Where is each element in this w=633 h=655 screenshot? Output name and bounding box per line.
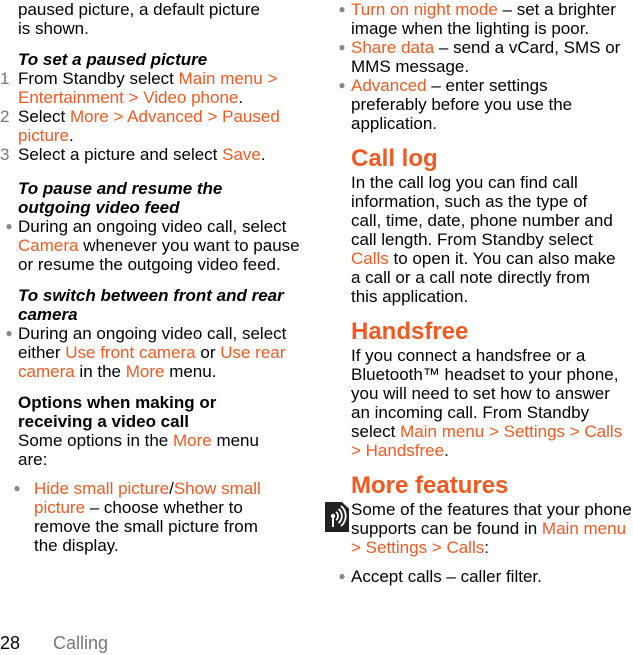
menu-option: Calls (351, 249, 389, 268)
more-features-body: Some of the features that your phone sup… (351, 500, 632, 557)
step-2: 2 Select More > Advanced > Paused pictur… (0, 107, 318, 145)
option-bullet: Turn on night mode – set a brighter imag… (333, 0, 633, 38)
options-intro: Some options in the More menu are: (18, 431, 259, 469)
menu-option: Turn on night mode (351, 0, 498, 19)
page-number: 28 (0, 633, 21, 653)
options-heading: Options when making or receiving a video… (18, 393, 217, 431)
intro-paragraph: paused picture, a default picture is sho… (0, 0, 318, 38)
bullet-icon (333, 38, 351, 76)
bullet-icon (0, 217, 18, 274)
call-log-body: In the call log you can find call inform… (351, 173, 616, 306)
page-footer: 28 Calling (0, 634, 108, 653)
menu-option: More (172, 431, 212, 450)
bullet-text: During an ongoing video call, select eit… (18, 324, 287, 381)
menu-option: Advanced (351, 76, 427, 95)
menu-path: Save (222, 145, 261, 164)
option-bullet: Share data – send a vCard, SMS or MMS me… (333, 38, 633, 76)
menu-option: Hide small picture (34, 479, 170, 498)
switch-camera-bullet: During an ongoing video call, select eit… (0, 324, 318, 381)
bullet-icon (333, 76, 351, 133)
bullet-icon (333, 567, 351, 586)
pause-resume-heading: To pause and resume the outgoing video f… (18, 179, 223, 217)
network-service-icon (325, 502, 349, 532)
menu-option: Share data (351, 38, 435, 57)
step-text: Select a picture and select Save. (18, 145, 266, 164)
bullet-text: Turn on night mode – set a brighter imag… (351, 0, 616, 38)
options-bullet: Hide small picture/Show small picture – … (0, 479, 318, 555)
menu-option: Camera (18, 236, 79, 255)
more-features-title: More features (351, 472, 509, 499)
feature-bullet: Accept calls – caller filter. (333, 567, 633, 586)
switch-camera-heading: To switch between front and rear camera (18, 286, 284, 324)
bullet-text: Accept calls – caller filter. (351, 567, 542, 586)
right-column: Turn on night mode – set a brighter imag… (351, 0, 633, 586)
call-log-title: Call log (351, 145, 438, 172)
bullet-text: Hide small picture/Show small picture – … (34, 479, 261, 555)
intro-line: is shown. (18, 19, 89, 38)
option-bullet: Advanced – enter settings preferably bef… (333, 76, 633, 133)
bullet-text: Advanced – enter settings preferably bef… (351, 76, 573, 133)
step-1: 1 From Standby select Main menu > Entert… (0, 69, 318, 107)
bullet-text: During an ongoing video call, select Cam… (18, 217, 300, 274)
menu-option: More (125, 362, 165, 381)
handsfree-title: Handsfree (351, 318, 469, 345)
step-text: From Standby select Main menu > Entertai… (18, 69, 278, 107)
set-paused-heading: To set a paused picture (18, 50, 208, 69)
left-column: paused picture, a default picture is sho… (0, 0, 318, 555)
chapter-name: Calling (53, 633, 109, 653)
pause-resume-bullet: During an ongoing video call, select Cam… (0, 217, 318, 274)
bullet-icon (0, 324, 18, 381)
handsfree-body: If you connect a handsfree or a Bluetoot… (351, 346, 623, 460)
bullet-text: Share data – send a vCard, SMS or MMS me… (351, 38, 621, 76)
step-number: 3 (0, 145, 10, 164)
bullet-icon (333, 0, 351, 38)
menu-option: Use front camera (65, 343, 196, 362)
step-text: Select More > Advanced > Paused picture. (18, 107, 280, 145)
step-number: 1 (0, 69, 10, 88)
intro-line: paused picture, a default picture (18, 0, 260, 19)
step-3: 3 Select a picture and select Save. (0, 145, 318, 164)
bullet-icon (0, 479, 34, 555)
step-number: 2 (0, 107, 10, 126)
